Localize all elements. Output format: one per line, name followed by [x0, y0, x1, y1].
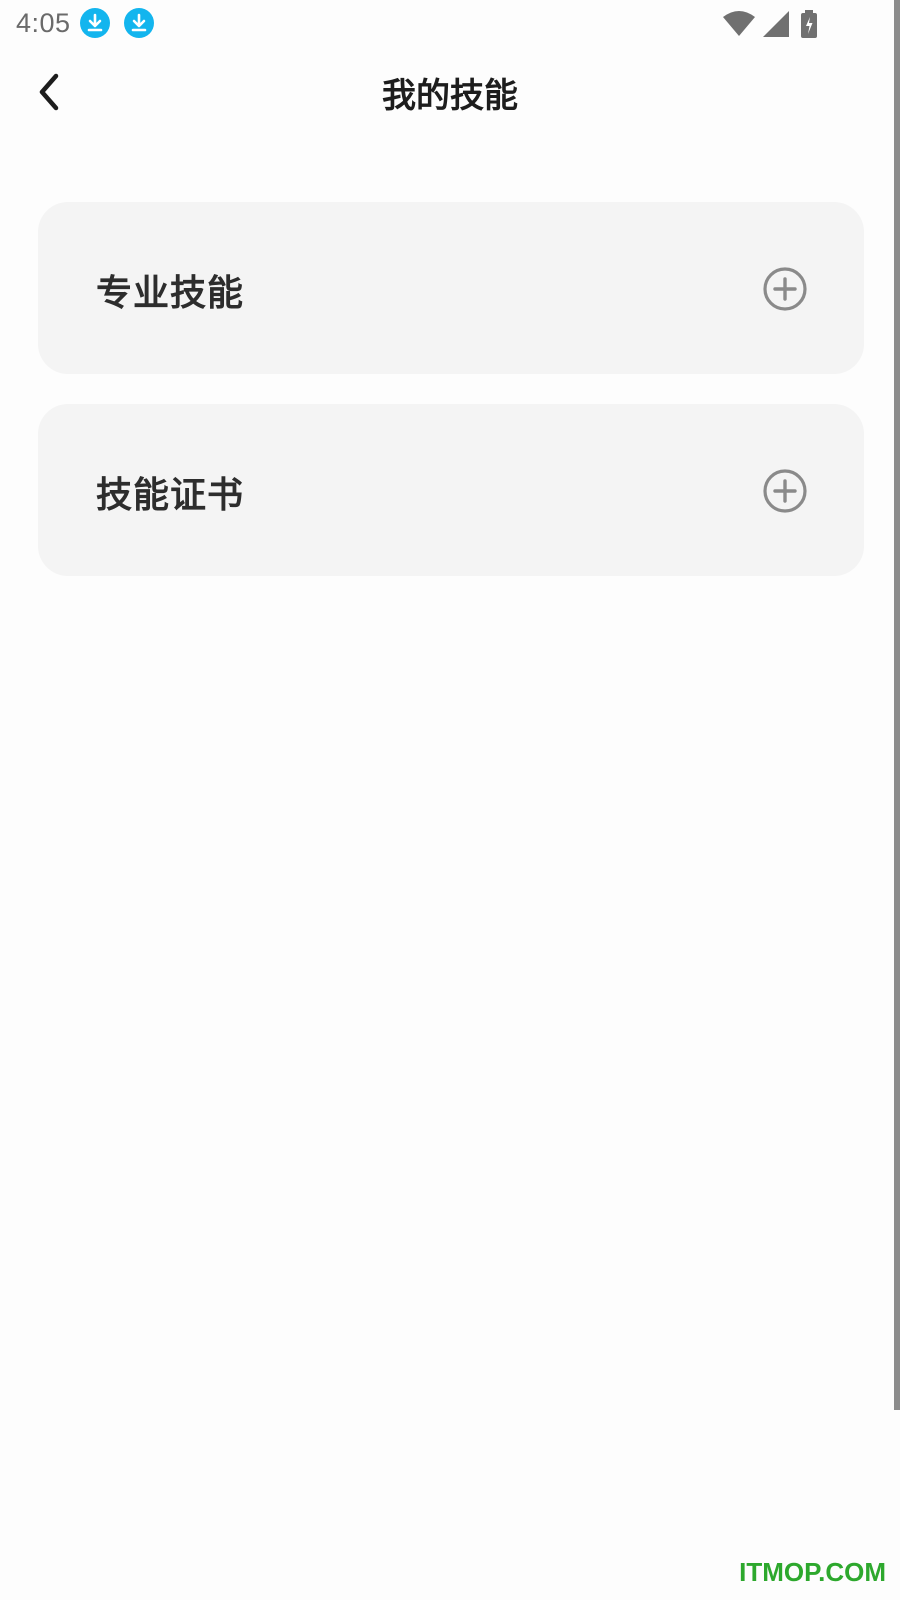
add-circle-icon[interactable]	[762, 266, 808, 312]
download-notification-icon	[80, 8, 110, 38]
add-circle-icon[interactable]	[762, 468, 808, 514]
professional-skills-card[interactable]: 专业技能	[38, 202, 864, 374]
status-bar: 4:05	[0, 0, 886, 48]
skill-certificates-card[interactable]: 技能证书	[38, 404, 864, 576]
skill-certificates-label: 技能证书	[96, 475, 245, 516]
battery-charging-icon	[801, 10, 817, 38]
professional-skills-label: 专业技能	[96, 273, 245, 314]
download-notification-icon	[124, 8, 154, 38]
cellular-signal-icon	[763, 11, 789, 37]
scroll-edge	[894, 0, 900, 1410]
wifi-icon	[723, 11, 755, 36]
watermark: ITMOP.COM	[739, 1557, 886, 1587]
status-time: 4:05	[16, 8, 71, 38]
page-title: 我的技能	[382, 76, 518, 116]
